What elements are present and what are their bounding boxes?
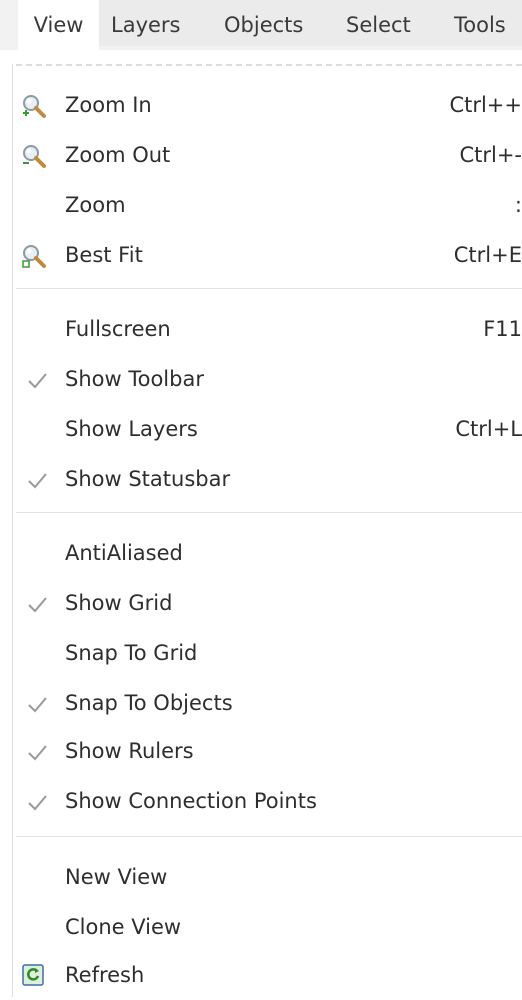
menu-item-show-statusbar[interactable]: Show Statusbar: [0, 454, 522, 504]
menu-item-label: Show Toolbar: [65, 367, 204, 391]
menu-item-show-connection-points[interactable]: Show Connection Points: [0, 776, 522, 826]
menu-separator: [16, 836, 522, 837]
menu-item-shortcut: :: [514, 193, 522, 217]
menu-item-label: Show Connection Points: [65, 789, 317, 813]
refresh-icon: [22, 964, 44, 986]
menu-item-snap-to-grid[interactable]: Snap To Grid: [0, 628, 522, 678]
checkmark-icon: [28, 373, 47, 389]
menu-item-label: Refresh: [65, 963, 145, 987]
checkmark-icon: [28, 745, 47, 761]
menu-item-label: Show Statusbar: [65, 467, 231, 491]
menu-item-label: Show Rulers: [65, 739, 194, 763]
menu-item-label: Snap To Objects: [65, 691, 233, 715]
menu-item-show-toolbar[interactable]: Show Toolbar: [0, 354, 522, 404]
menu-item-label: AntiAliased: [65, 541, 183, 565]
menubar: View Layers Objects Select Tools: [0, 0, 522, 50]
menu-item-label: Show Layers: [65, 417, 198, 441]
menu-item-zoom-in[interactable]: Zoom In Ctrl++: [0, 80, 522, 130]
menu-item-refresh[interactable]: Refresh: [0, 950, 522, 1000]
menu-item-label: Show Grid: [65, 591, 173, 615]
menu-separator: [16, 288, 522, 289]
tearoff-line[interactable]: [16, 64, 522, 66]
menu-item-clone-view[interactable]: Clone View: [0, 902, 522, 952]
menu-item-shortcut: Ctrl+-: [459, 143, 522, 167]
zoom-in-icon: [23, 95, 46, 118]
checkmark-icon: [28, 697, 47, 713]
menu-item-new-view[interactable]: New View: [0, 852, 522, 902]
menu-item-snap-to-objects[interactable]: Snap To Objects: [0, 678, 522, 728]
menu-layers[interactable]: Layers: [111, 0, 181, 50]
checkmark-icon: [28, 473, 47, 489]
menu-objects[interactable]: Objects: [224, 0, 303, 50]
menu-item-shortcut: Ctrl+L: [455, 417, 522, 441]
menu-item-label: Clone View: [65, 915, 182, 939]
menu-select[interactable]: Select: [346, 0, 411, 50]
menu-item-zoom-out[interactable]: Zoom Out Ctrl+-: [0, 130, 522, 180]
menu-item-shortcut: F11: [483, 317, 522, 341]
menu-separator: [16, 512, 522, 513]
menu-item-antialiased[interactable]: AntiAliased: [0, 528, 522, 578]
menu-item-show-grid[interactable]: Show Grid: [0, 578, 522, 628]
menu-item-label: New View: [65, 865, 168, 889]
checkmark-icon: [28, 795, 47, 811]
menu-item-label: Zoom: [65, 193, 126, 217]
menu-item-label: Fullscreen: [65, 317, 171, 341]
menu-item-show-layers[interactable]: Show Layers Ctrl+L: [0, 404, 522, 454]
menu-view[interactable]: View: [18, 0, 99, 50]
menu-item-zoom[interactable]: Zoom :: [0, 180, 522, 230]
checkmark-icon: [28, 597, 47, 613]
menu-tools[interactable]: Tools: [454, 0, 506, 50]
zoom-out-icon: [23, 145, 46, 168]
menu-item-label: Best Fit: [65, 243, 143, 267]
menu-item-label: Zoom In: [65, 93, 152, 117]
menu-item-label: Zoom Out: [65, 143, 171, 167]
menu-item-shortcut: Ctrl++: [449, 93, 522, 117]
menu-item-label: Snap To Grid: [65, 641, 198, 665]
menu-item-shortcut: Ctrl+E: [453, 243, 522, 267]
menu-item-fullscreen[interactable]: Fullscreen F11: [0, 304, 522, 354]
menu-item-best-fit[interactable]: Best Fit Ctrl+E: [0, 230, 522, 280]
best-fit-icon: [22, 245, 46, 268]
menu-item-show-rulers[interactable]: Show Rulers: [0, 726, 522, 776]
